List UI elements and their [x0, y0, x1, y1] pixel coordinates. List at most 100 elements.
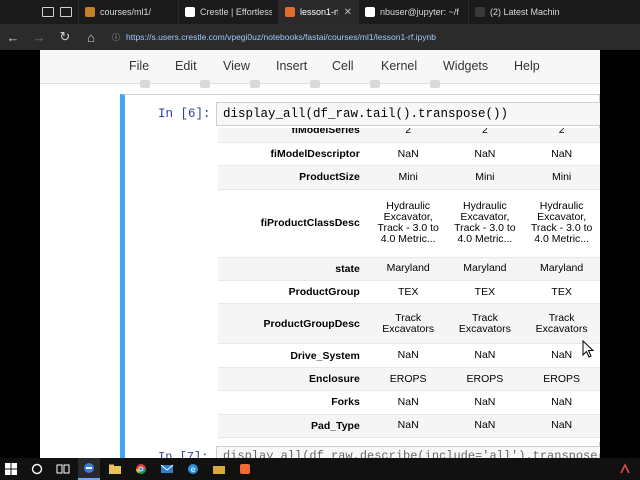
table-cell: Hydraulic Excavator, Track - 3.0 to 4.0 … [523, 189, 600, 258]
toolbar-icon[interactable] [140, 80, 150, 88]
row-label: Enclosure [218, 367, 370, 392]
menu-view[interactable]: View [223, 59, 250, 73]
table-cell: NaN [369, 142, 447, 167]
window-controls [0, 0, 78, 24]
file-explorer-icon[interactable] [104, 458, 126, 480]
menu-kernel[interactable]: Kernel [381, 59, 417, 73]
table-cell: NaN [369, 390, 447, 415]
menu-help[interactable]: Help [514, 59, 540, 73]
table-cell: Mini [446, 165, 524, 190]
chrome-icon[interactable] [130, 458, 152, 480]
tab-label: (2) Latest Machine [490, 7, 560, 17]
menu-cell[interactable]: Cell [332, 59, 354, 73]
url-field[interactable]: ⓘ https://s.users.crestle.com/vpegi0uz/n… [112, 32, 436, 43]
table-cell: Mini [369, 165, 447, 190]
svg-text:e: e [191, 465, 196, 474]
table-cell: Maryland [523, 257, 600, 282]
browser-tab-bar: courses/ml1/Crestle | Effortless In lesso… [0, 0, 640, 24]
row-label: fiProductClassDesc [218, 189, 370, 258]
refresh-icon[interactable]: ↻ [52, 24, 78, 50]
row-label: Pad_Type [218, 414, 370, 439]
explorer-icon[interactable]: e [182, 458, 204, 480]
table-cell: NaN [369, 343, 447, 368]
table-cell: Mini [523, 165, 600, 190]
toolbar-partial [100, 78, 540, 90]
windows-start-icon[interactable] [0, 458, 22, 480]
row-label: ProductGroupDesc [218, 303, 370, 345]
table-cell: NaN [523, 437, 600, 442]
cell-code[interactable]: display_all(df_raw.tail().transpose()) [223, 107, 508, 121]
browser-tab[interactable]: Crestle | Effortless In [178, 0, 278, 24]
table-row: fiModelSeries 2 2 2 [218, 128, 600, 143]
folder-icon[interactable] [208, 458, 230, 480]
task-view-icon[interactable] [52, 458, 74, 480]
home-icon[interactable]: ⌂ [78, 24, 104, 50]
menu-edit[interactable]: Edit [175, 59, 197, 73]
mail-icon[interactable] [156, 458, 178, 480]
toolbar-icon[interactable] [200, 80, 210, 88]
app-icon[interactable] [234, 458, 256, 480]
toolbar-icon[interactable] [370, 80, 380, 88]
table-cell: Hydraulic Excavator, Track - 3.0 to 4.0 … [446, 189, 524, 258]
right-margin [600, 50, 640, 458]
table-row: Drive_System NaN NaN NaN [218, 343, 600, 368]
menu-file[interactable]: File [129, 59, 149, 73]
row-label: Forks [218, 390, 370, 415]
table-row: Forks NaN NaN NaN [218, 390, 600, 415]
settings-icon[interactable] [614, 458, 636, 480]
toolbar-icon[interactable] [250, 80, 260, 88]
table-row: fiProductClassDesc Hydraulic Excavator, T… [218, 189, 600, 258]
browser-tab[interactable]: courses/ml1/ [78, 0, 178, 24]
next-cell-code[interactable]: display_all(df_raw.describe(include='all… [223, 449, 600, 458]
table-row: Enclosure EROPS EROPS EROPS [218, 367, 600, 392]
left-margin [0, 50, 40, 458]
menu-bar: File Edit View Insert Cell Kernel Widget… [40, 50, 600, 88]
tab-actions-icon[interactable] [42, 7, 54, 17]
table-cell: Maryland [369, 257, 447, 282]
row-label: Ride_Control [218, 437, 370, 442]
table-cell: NaN [523, 142, 600, 167]
table-row: fiModelDescriptor NaN NaN NaN [218, 142, 600, 167]
cell-input[interactable]: display_all(df_raw.tail().transpose()) [216, 102, 600, 126]
table-cell: Maryland [446, 257, 524, 282]
menu-insert[interactable]: Insert [276, 59, 307, 73]
table-cell: NaN [523, 414, 600, 439]
back-icon[interactable]: ← [0, 24, 26, 50]
cortana-icon[interactable] [26, 458, 48, 480]
cell-prompt: In [6]: [158, 107, 211, 121]
next-cell-prompt: In [7]: [158, 450, 209, 458]
table-cell: 2 [369, 128, 447, 143]
tab-close-icon[interactable]: ✕ [344, 7, 352, 18]
table-cell: Track Excavators [446, 303, 524, 345]
toolbar-icon[interactable] [430, 80, 440, 88]
table-cell: NaN [369, 414, 447, 439]
tab-label: Crestle | Effortless In [200, 7, 272, 17]
tab-preview-icon[interactable] [60, 7, 72, 17]
toolbar-icon[interactable] [310, 80, 320, 88]
browser-tab[interactable]: nbuser@jupyter: ~/f [358, 0, 468, 24]
cell-output: fiModelSeries 2 2 2 fiModelDescriptor NaN NaN N… [126, 128, 600, 442]
table-cell: NaN [523, 390, 600, 415]
menu-widgets[interactable]: Widgets [443, 59, 488, 73]
taskbar: e [0, 458, 640, 480]
table-cell: Track Excavators [523, 303, 600, 345]
table-cell: NaN [369, 437, 447, 442]
table-cell: NaN [446, 343, 524, 368]
browser-tab[interactable]: (2) Latest Machine [468, 0, 566, 24]
dataframe-table: fiModelSeries 2 2 2 fiModelDescriptor NaN NaN N… [218, 128, 600, 442]
forward-icon[interactable]: → [26, 24, 52, 50]
row-label: Drive_System [218, 343, 370, 368]
tab-favicon-icon [85, 7, 95, 17]
edge-icon[interactable] [78, 458, 100, 480]
browser-tab[interactable]: lesson1-rf ✕ [278, 0, 358, 24]
table-cell: TEX [369, 280, 447, 305]
tab-favicon-icon [285, 7, 295, 17]
mouse-cursor-icon [582, 340, 594, 358]
table-row: ProductGroup TEX TEX TEX [218, 280, 600, 305]
row-label: ProductSize [218, 165, 370, 190]
table-row: state Maryland Maryland Maryland [218, 257, 600, 282]
next-cell-input[interactable]: display_all(df_raw.describe(include='all… [216, 446, 600, 458]
tab-label: lesson1-rf [300, 7, 338, 17]
table-cell: EROPS [523, 367, 600, 392]
address-bar: ← → ↻ ⌂ ⓘ https://s.users.crestle.com/vp… [0, 24, 640, 50]
